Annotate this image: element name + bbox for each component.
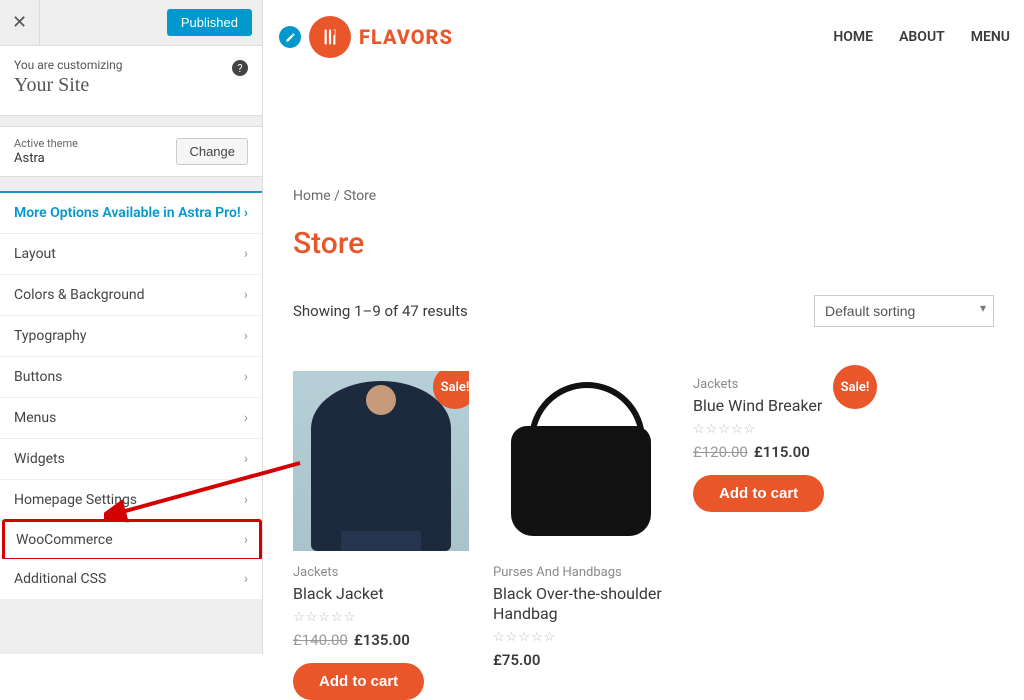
product-grid: Sale! Jackets Black Jacket ☆☆☆☆☆ £140.00… bbox=[293, 371, 994, 700]
chevron-right-icon: › bbox=[244, 328, 248, 344]
chevron-right-icon: › bbox=[244, 532, 248, 548]
product-category: Jackets bbox=[293, 565, 469, 580]
rating-stars: ☆☆☆☆☆ bbox=[293, 610, 469, 625]
section-label: Additional CSS bbox=[14, 571, 106, 587]
customizing-label: You are customizing bbox=[14, 58, 248, 72]
customizer-info: You are customizing Your Site ? bbox=[0, 46, 262, 116]
chevron-right-icon: › bbox=[244, 410, 248, 426]
chevron-right-icon: › bbox=[244, 571, 248, 587]
price-old: £120.00 bbox=[693, 443, 748, 461]
product-price: £120.00 £115.00 bbox=[693, 443, 869, 461]
product-card[interactable]: Purses And Handbags Black Over-the-shoul… bbox=[493, 371, 669, 700]
breadcrumb: Home / Store bbox=[293, 188, 994, 204]
product-name[interactable]: Black Over-the-shoulder Handbag bbox=[493, 584, 669, 624]
site-name: Your Site bbox=[14, 74, 248, 97]
section-label: Homepage Settings bbox=[14, 492, 137, 508]
publish-button[interactable]: Published bbox=[167, 9, 252, 36]
chevron-right-icon: › bbox=[244, 492, 248, 508]
price-old: £140.00 bbox=[293, 631, 348, 649]
active-theme-label: Active theme bbox=[14, 137, 78, 150]
add-to-cart-button[interactable]: Add to cart bbox=[693, 475, 824, 512]
change-theme-button[interactable]: Change bbox=[176, 138, 248, 165]
section-typography[interactable]: Typography › bbox=[0, 316, 262, 357]
result-count: Showing 1–9 of 47 results bbox=[293, 302, 468, 320]
customizer-sidebar: ✕ Published You are customizing Your Sit… bbox=[0, 0, 263, 654]
chevron-right-icon: › bbox=[244, 287, 248, 303]
page-content: Home / Store Store Showing 1–9 of 47 res… bbox=[263, 188, 1024, 700]
crumb-sep: / bbox=[334, 188, 340, 204]
add-to-cart-button[interactable]: Add to cart bbox=[293, 663, 424, 700]
crumb-home[interactable]: Home bbox=[293, 188, 331, 204]
site-logo[interactable]: FLAVORS bbox=[279, 16, 453, 58]
sort-select[interactable]: Default sorting bbox=[814, 295, 994, 327]
section-label: Menus bbox=[14, 410, 56, 426]
section-menus[interactable]: Menus › bbox=[0, 398, 262, 439]
brand-text: FLAVORS bbox=[359, 25, 453, 49]
chevron-right-icon: › bbox=[244, 246, 248, 262]
nav-home[interactable]: HOME bbox=[833, 29, 873, 45]
product-price: £140.00 £135.00 bbox=[293, 631, 469, 649]
active-theme-name: Astra bbox=[14, 151, 78, 166]
section-layout[interactable]: Layout › bbox=[0, 234, 262, 275]
product-image[interactable] bbox=[493, 371, 669, 551]
section-label: Widgets bbox=[14, 451, 65, 467]
crumb-current: Store bbox=[343, 188, 376, 204]
product-card[interactable]: Sale! Jackets Black Jacket ☆☆☆☆☆ £140.00… bbox=[293, 371, 469, 700]
product-image[interactable]: Sale! bbox=[293, 371, 469, 551]
promo-label: More Options Available in Astra Pro! bbox=[14, 205, 241, 221]
sort-dropdown[interactable]: Default sorting bbox=[814, 295, 994, 327]
product-card[interactable]: Sale! Jackets Blue Wind Breaker ☆☆☆☆☆ £1… bbox=[693, 371, 869, 700]
rating-stars: ☆☆☆☆☆ bbox=[493, 630, 669, 645]
logo-icon bbox=[309, 16, 351, 58]
main-nav: HOME ABOUT MENU bbox=[833, 29, 1010, 45]
chevron-right-icon: › bbox=[244, 451, 248, 467]
rating-stars: ☆☆☆☆☆ bbox=[693, 422, 869, 437]
site-header: FLAVORS HOME ABOUT MENU bbox=[263, 0, 1024, 68]
edit-pencil-icon[interactable] bbox=[279, 26, 301, 48]
section-homepage[interactable]: Homepage Settings › bbox=[0, 480, 262, 521]
section-woocommerce[interactable]: WooCommerce › bbox=[2, 519, 262, 561]
close-button[interactable]: ✕ bbox=[0, 0, 40, 46]
price-current: £135.00 bbox=[354, 631, 410, 649]
product-name[interactable]: Black Jacket bbox=[293, 584, 469, 604]
customizer-header: ✕ Published bbox=[0, 0, 262, 46]
section-label: Typography bbox=[14, 328, 86, 344]
page-title: Store bbox=[293, 226, 994, 261]
customizer-sections: More Options Available in Astra Pro! › L… bbox=[0, 191, 262, 600]
section-label: Buttons bbox=[14, 369, 62, 385]
section-label: WooCommerce bbox=[16, 532, 113, 548]
product-category: Purses And Handbags bbox=[493, 565, 669, 580]
section-additional-css[interactable]: Additional CSS › bbox=[0, 559, 262, 600]
promo-row[interactable]: More Options Available in Astra Pro! › bbox=[0, 193, 262, 234]
help-icon[interactable]: ? bbox=[232, 60, 248, 76]
nav-about[interactable]: ABOUT bbox=[899, 29, 945, 45]
nav-menu[interactable]: MENU bbox=[971, 29, 1010, 45]
active-theme-panel: Active theme Astra Change bbox=[0, 126, 262, 177]
section-label: Layout bbox=[14, 246, 56, 262]
store-toolbar: Showing 1–9 of 47 results Default sortin… bbox=[293, 295, 994, 327]
chevron-right-icon: › bbox=[244, 205, 248, 221]
site-preview: FLAVORS HOME ABOUT MENU Home / Store Sto… bbox=[263, 0, 1024, 654]
section-widgets[interactable]: Widgets › bbox=[0, 439, 262, 480]
price-current: £115.00 bbox=[754, 443, 810, 461]
chevron-right-icon: › bbox=[244, 369, 248, 385]
section-label: Colors & Background bbox=[14, 287, 145, 303]
sale-badge: Sale! bbox=[833, 365, 877, 409]
close-icon: ✕ bbox=[12, 12, 27, 33]
section-buttons[interactable]: Buttons › bbox=[0, 357, 262, 398]
section-colors[interactable]: Colors & Background › bbox=[0, 275, 262, 316]
